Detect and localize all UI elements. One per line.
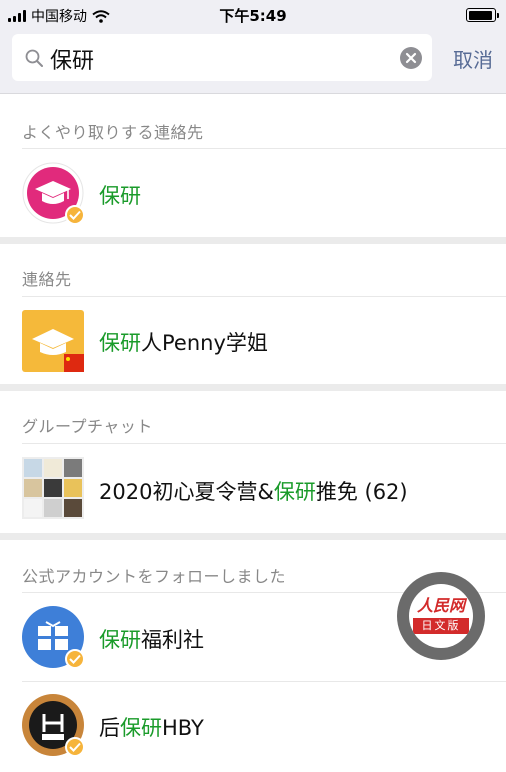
list-item[interactable]: 2020初心夏令营&保研推免 (62) [0, 444, 506, 533]
section-group-chats: グループチャット 2020初心夏令营&保研推免 (62) [0, 391, 506, 533]
avatar [22, 162, 85, 225]
people-daily-logo: 人民网 日文版 [409, 584, 473, 648]
cancel-button[interactable]: 取消 [453, 44, 493, 73]
graduation-cap-icon [22, 310, 84, 372]
search-input[interactable]: 保研 [12, 34, 432, 81]
list-item[interactable]: 保研人Penny学姐 [0, 297, 506, 384]
list-item[interactable]: 保研 [0, 149, 506, 237]
list-item-label: 保研福利社 [99, 628, 204, 652]
avatar [22, 694, 85, 757]
verified-badge-icon [65, 737, 85, 757]
section-gap [0, 384, 506, 391]
clear-icon[interactable] [400, 47, 422, 69]
search-icon [25, 49, 43, 67]
search-header: 保研 取消 [0, 30, 506, 94]
section-gap [0, 237, 506, 244]
list-item-label: 保研 [99, 184, 141, 208]
section-frequent-contacts: よくやり取りする連絡先 保研 [0, 95, 506, 237]
floating-people-daily-button[interactable]: 人民网 日文版 [397, 572, 485, 660]
section-gap [0, 533, 506, 540]
status-bar: 中国移动 下午5:49 [0, 0, 506, 30]
section-title: よくやり取りする連絡先 [22, 123, 204, 142]
list-item-label: 后保研HBY [99, 716, 204, 740]
logo-top-text: 人民网 [416, 596, 465, 615]
list-item-label: 保研人Penny学姐 [99, 331, 268, 355]
verified-badge-icon [65, 205, 85, 225]
group-avatar [22, 457, 84, 519]
section-title: 連絡先 [22, 270, 72, 289]
avatar [22, 606, 85, 669]
list-item-label: 2020初心夏令营&保研推免 (62) [99, 480, 408, 504]
list-item[interactable]: 后保研HBY [0, 682, 506, 770]
battery-icon [466, 8, 499, 22]
avatar [22, 310, 84, 372]
logo-bottom-text: 日文版 [413, 618, 469, 634]
section-title: グループチャット [22, 417, 153, 436]
section-title: 公式アカウントをフォローしました [22, 567, 287, 586]
section-contacts: 連絡先 保研人Penny学姐 [0, 244, 506, 384]
verified-badge-icon [65, 649, 85, 669]
search-query: 保研 [50, 49, 95, 74]
clock: 下午5:49 [219, 7, 287, 25]
